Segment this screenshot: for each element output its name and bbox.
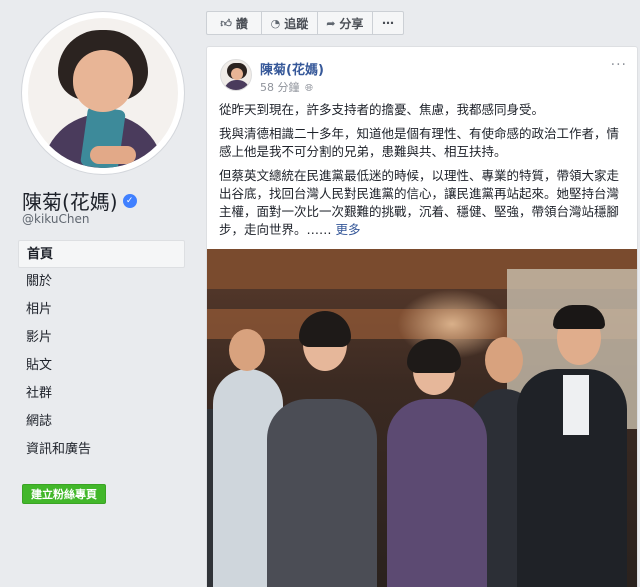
post-paragraph: 我與清德相識二十多年，知道他是個有理性、有使命感的政治工作者，情感上他是我不可分… bbox=[219, 126, 620, 159]
follow-button[interactable]: ◔ 追蹤 bbox=[262, 12, 318, 34]
nav-item-about[interactable]: 關於 bbox=[18, 268, 185, 296]
thumbs-up-icon: 👍︎ bbox=[220, 16, 232, 30]
nav-item-info-ads[interactable]: 資訊和廣告 bbox=[18, 436, 185, 464]
nav-item-videos[interactable]: 影片 bbox=[18, 324, 185, 352]
post-paragraph: 但蔡英文總統在民進黨最低迷的時候，以理性、專業的特質，帶領大家走出谷底，找回台灣… bbox=[219, 168, 620, 237]
more-options-icon: ⋯ bbox=[381, 16, 394, 30]
share-label: 分享 bbox=[339, 16, 364, 31]
post-text: 從昨天到現在，許多支持者的擔憂、焦慮，我都感同身受。 我與清德相識二十多年，知道… bbox=[219, 101, 629, 245]
like-button[interactable]: 👍︎ 讚 bbox=[207, 12, 263, 34]
page-name[interactable]: 陳菊(花媽) bbox=[22, 186, 118, 215]
profile-photo bbox=[28, 18, 178, 168]
see-more-link[interactable]: 更多 bbox=[336, 222, 361, 237]
like-label: 讚 bbox=[235, 16, 248, 31]
nav-item-photos[interactable]: 相片 bbox=[18, 296, 185, 324]
share-button[interactable]: ➦ 分享 bbox=[318, 12, 373, 34]
page-name-row: 陳菊(花媽) ✓ bbox=[22, 186, 137, 215]
nav-item-notes[interactable]: 網誌 bbox=[18, 408, 185, 436]
page-action-bar: 👍︎ 讚 ◔ 追蹤 ➦ 分享 ⋯ bbox=[206, 11, 404, 35]
page-handle[interactable]: @kikuChen bbox=[22, 212, 89, 226]
rss-icon: ◔ bbox=[270, 16, 281, 30]
profile-picture[interactable] bbox=[22, 12, 184, 174]
post-paragraph: 從昨天到現在，許多支持者的擔憂、焦慮，我都感同身受。 bbox=[219, 102, 545, 117]
post-time-text: 58 分鐘 bbox=[260, 81, 300, 94]
more-options-button[interactable]: ⋯ bbox=[373, 12, 403, 34]
post-card: 陳菊(花媽) 58 分鐘 🌐︎ ··· 從昨天到現在，許多支持者的擔憂、焦慮，我… bbox=[206, 46, 638, 587]
globe-icon: 🌐︎ bbox=[305, 83, 313, 94]
nav-item-posts[interactable]: 貼文 bbox=[18, 352, 185, 380]
page-nav: 首頁 關於 相片 影片 貼文 社群 網誌 資訊和廣告 bbox=[18, 240, 185, 464]
create-page-button[interactable]: 建立粉絲專頁 bbox=[22, 484, 106, 504]
post-timestamp[interactable]: 58 分鐘 🌐︎ bbox=[260, 79, 313, 95]
nav-item-home[interactable]: 首頁 bbox=[18, 240, 185, 268]
share-arrow-icon: ➦ bbox=[326, 16, 336, 30]
follow-label: 追蹤 bbox=[284, 16, 309, 31]
nav-item-community[interactable]: 社群 bbox=[18, 380, 185, 408]
post-photo[interactable] bbox=[207, 249, 637, 587]
left-column: 陳菊(花媽) ✓ @kikuChen 首頁 關於 相片 影片 貼文 社群 網誌 … bbox=[0, 0, 196, 587]
verified-badge-icon: ✓ bbox=[122, 193, 137, 208]
post-author-name[interactable]: 陳菊(花媽) bbox=[260, 59, 324, 78]
post-menu-icon[interactable]: ··· bbox=[611, 57, 627, 73]
post-author-avatar[interactable] bbox=[220, 59, 252, 91]
